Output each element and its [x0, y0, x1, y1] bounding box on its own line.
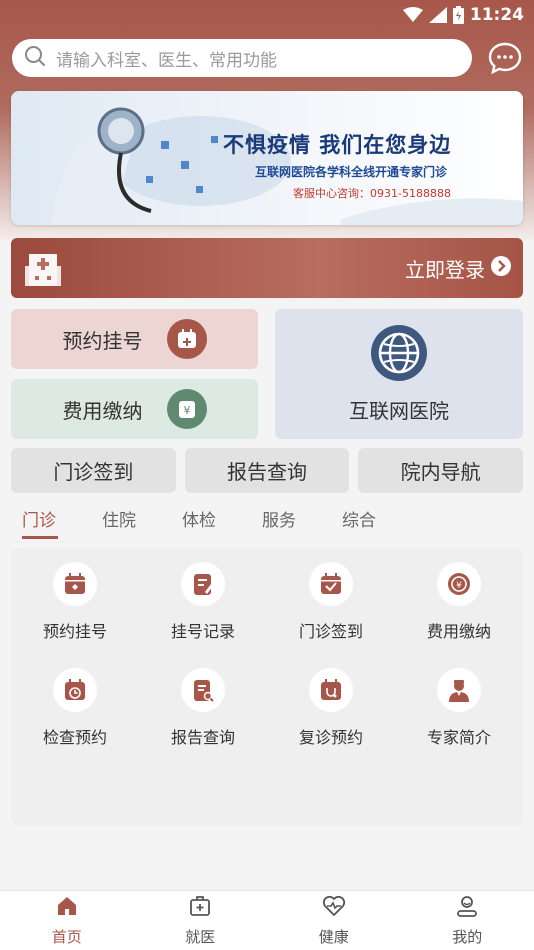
search-row: 请输入科室、医生、常用功能	[12, 38, 524, 78]
tab-inpatient[interactable]: 住院	[102, 506, 182, 540]
banner-subtitle: 互联网医院各学科全线开通专家门诊	[255, 165, 448, 179]
grid-item-booking-records[interactable]: 挂号记录	[139, 562, 267, 642]
search-input[interactable]: 请输入科室、医生、常用功能	[12, 39, 472, 77]
category-tabs: 门诊 住院 体检 服务 综合	[22, 506, 422, 540]
search-placeholder: 请输入科室、医生、常用功能	[56, 50, 277, 71]
login-button[interactable]: 立即登录	[405, 254, 511, 283]
grid-label-booking: 预约挂号	[42, 622, 107, 641]
tab-outpatient[interactable]: 门诊	[22, 506, 102, 540]
battery-icon	[452, 6, 464, 24]
tab-checkup[interactable]: 体检	[182, 506, 262, 540]
quick-navigation-button[interactable]: 院内导航	[358, 448, 524, 493]
internet-hospital-label: 互联网医院	[349, 398, 449, 423]
function-grid: 预约挂号 挂号记录 门诊签到 ¥ 费用缴纳 检查预约 报告查询 复诊预约 专家简…	[11, 562, 523, 748]
report-search-icon	[181, 668, 225, 712]
calendar-clock-icon	[53, 668, 97, 712]
doctor-icon	[437, 668, 481, 712]
hospital-building-icon	[25, 246, 61, 290]
grid-item-experts[interactable]: 专家简介	[395, 668, 523, 748]
status-time: 11:24	[469, 5, 524, 25]
document-pen-icon	[181, 562, 225, 606]
nav-mine[interactable]: 我的	[401, 891, 534, 950]
grid-item-exam-booking[interactable]: 检查预约	[11, 668, 139, 748]
grid-label-exam-booking: 检查预约	[42, 728, 107, 747]
heart-pulse-icon	[321, 894, 347, 922]
calendar-icon	[53, 562, 97, 606]
nav-health[interactable]: 健康	[267, 891, 401, 950]
quick-actions: 门诊签到 报告查询 院内导航	[11, 448, 524, 493]
quick-checkin-button[interactable]: 门诊签到	[11, 448, 176, 493]
signal-icon	[428, 7, 447, 23]
grid-label-report: 报告查询	[170, 728, 235, 747]
booking-card[interactable]: 预约挂号	[11, 309, 258, 369]
grid-label-booking-records: 挂号记录	[170, 622, 235, 641]
bottom-nav: 首页 就医 健康 我的	[0, 890, 534, 950]
grid-item-report[interactable]: 报告查询	[139, 668, 267, 748]
wifi-icon	[402, 7, 423, 23]
status-bar: 11:24	[0, 0, 534, 30]
nav-health-label: 健康	[318, 928, 349, 946]
grid-label-checkin: 门诊签到	[298, 622, 363, 641]
payment-card-label: 费用缴纳	[62, 398, 143, 423]
grid-label-payment: 费用缴纳	[426, 622, 491, 641]
search-icon	[24, 45, 46, 72]
promo-banner[interactable]: 不惧疫情 我们在您身边 互联网医院各学科全线开通专家门诊 客服中心咨询：0931…	[11, 91, 523, 225]
user-icon	[455, 894, 479, 922]
login-label: 立即登录	[405, 257, 485, 282]
medical-kit-icon	[188, 894, 212, 922]
yuan-wallet-icon: ¥	[166, 389, 207, 429]
stethoscope-calendar-icon	[309, 668, 353, 712]
svg-text:¥: ¥	[183, 404, 190, 417]
grid-item-booking[interactable]: 预约挂号	[11, 562, 139, 642]
nav-home-label: 首页	[51, 928, 82, 946]
yuan-coin-icon: ¥	[437, 562, 481, 606]
booking-card-label: 预约挂号	[62, 328, 143, 353]
nav-mine-label: 我的	[452, 928, 483, 946]
tab-general[interactable]: 综合	[342, 506, 422, 540]
svg-text:¥: ¥	[456, 581, 462, 591]
chevron-right-icon	[491, 255, 511, 281]
home-icon	[55, 894, 79, 922]
payment-card[interactable]: 费用缴纳 ¥	[11, 379, 258, 439]
chat-bubble-icon[interactable]	[487, 40, 523, 76]
grid-item-follow-up[interactable]: 复诊预约	[267, 668, 395, 748]
grid-label-follow-up: 复诊预约	[298, 728, 363, 747]
function-panel: 预约挂号 挂号记录 门诊签到 ¥ 费用缴纳 检查预约 报告查询 复诊预约 专家简…	[11, 548, 523, 826]
nav-medical[interactable]: 就医	[134, 891, 268, 950]
internet-hospital-card[interactable]: 互联网医院	[275, 309, 523, 439]
quick-report-button[interactable]: 报告查询	[184, 448, 350, 493]
banner-phone: 客服中心咨询：0931-5188888	[293, 187, 451, 200]
grid-item-checkin[interactable]: 门诊签到	[267, 562, 395, 642]
nav-home[interactable]: 首页	[0, 891, 134, 950]
grid-item-payment[interactable]: ¥ 费用缴纳	[395, 562, 523, 642]
nav-medical-label: 就医	[185, 928, 216, 946]
calendar-plus-icon	[166, 319, 207, 359]
globe-icon	[371, 324, 427, 381]
login-bar[interactable]: 立即登录	[11, 238, 523, 298]
calendar-check-icon	[309, 562, 353, 606]
banner-title: 不惧疫情 我们在您身边	[223, 133, 452, 157]
tab-service[interactable]: 服务	[262, 506, 342, 540]
grid-label-experts: 专家简介	[426, 728, 491, 747]
